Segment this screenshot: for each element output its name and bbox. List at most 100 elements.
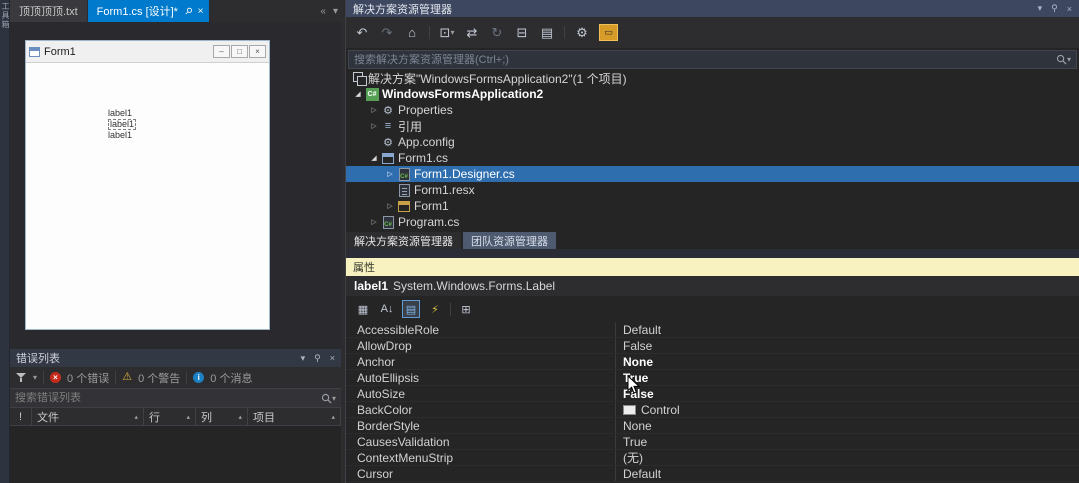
collapse-all-icon[interactable]: ⊟ <box>514 24 530 42</box>
tab-menu-icon[interactable]: ▾ <box>333 6 338 17</box>
toolbox-strip[interactable]: 工具箱 <box>0 0 10 483</box>
column-line[interactable]: 行 ▴ <box>144 408 196 425</box>
properties-view-icon[interactable]: ▤ <box>402 300 420 318</box>
property-row[interactable]: Anchor None <box>346 354 1079 370</box>
designer-surface[interactable]: Form1 – □ × label1 label1 label1 <box>10 22 341 349</box>
chevron-collapsed-icon[interactable]: ▷ <box>368 218 380 226</box>
solution-explorer-header[interactable]: 解决方案资源管理器 ▾ ⚲ × <box>346 0 1079 17</box>
property-row[interactable]: CausesValidation True <box>346 434 1079 450</box>
tree-item-references[interactable]: ▷ ≡ 引用 <box>346 118 1079 134</box>
tree-item-solution[interactable]: 解决方案"WindowsFormsApplication2"(1 个项目) <box>346 70 1079 86</box>
separator <box>450 302 451 316</box>
search-icon[interactable] <box>1056 54 1067 65</box>
property-row[interactable]: AutoSize False <box>346 386 1079 402</box>
form-title: Form1 <box>44 45 76 58</box>
tab-solution-explorer[interactable]: 解决方案资源管理器 <box>346 232 461 249</box>
sync-with-active-document-icon[interactable]: ⇄ <box>464 24 480 42</box>
pin-icon[interactable]: ⚲ <box>182 5 195 17</box>
chevron-collapsed-icon[interactable]: ▷ <box>384 170 396 178</box>
chevron-collapsed-icon[interactable]: ▷ <box>384 202 396 210</box>
csharp-project-icon: C# <box>365 87 379 101</box>
pin-icon[interactable]: ⚲ <box>1051 3 1058 14</box>
categorized-icon[interactable]: ▦ <box>354 300 372 318</box>
scroll-tabs-icon[interactable]: « <box>320 6 326 17</box>
design-label[interactable]: label1 <box>108 109 136 118</box>
error-list-search: ▾ <box>10 389 341 408</box>
chevron-down-icon[interactable]: ▾ <box>332 394 336 403</box>
window-position-icon[interactable]: ▾ <box>301 353 306 364</box>
tab-team-explorer[interactable]: 团队资源管理器 <box>463 232 556 249</box>
refresh-icon[interactable]: ↻ <box>489 24 505 42</box>
search-icon[interactable] <box>321 393 332 404</box>
chevron-collapsed-icon[interactable]: ▷ <box>368 122 380 130</box>
tree-item-label: WindowsFormsApplication2 <box>382 87 544 101</box>
close-icon[interactable]: × <box>330 353 335 363</box>
tree-item-properties[interactable]: ▷ ⚙ Properties <box>346 102 1079 118</box>
close-icon[interactable]: × <box>198 6 204 17</box>
events-icon[interactable]: ⚡ <box>426 300 444 318</box>
document-well: 顶顶顶顶.txt Form1.cs [设计]* ⚲ × « ▾ Form1 – <box>10 0 341 483</box>
object-selector[interactable]: label1 System.Windows.Forms.Label <box>346 276 1079 296</box>
design-form[interactable]: Form1 – □ × label1 label1 label1 <box>25 40 270 330</box>
pin-icon[interactable]: ⚲ <box>314 353 321 364</box>
vs-window: 工具箱 顶顶顶顶.txt Form1.cs [设计]* ⚲ × « ▾ Form… <box>0 0 1079 483</box>
column-column[interactable]: 列 ▴ <box>196 408 248 425</box>
close-icon[interactable]: × <box>1067 4 1072 14</box>
separator <box>115 371 117 384</box>
property-row[interactable]: AccessibleRole Default <box>346 322 1079 338</box>
properties-icon[interactable]: ⚙ <box>574 24 590 42</box>
column-file[interactable]: 文件 ▴ <box>32 408 144 425</box>
search-input[interactable] <box>15 392 321 404</box>
warning-count-icon: ⚠ <box>122 371 133 383</box>
properties-header[interactable]: 属性 <box>346 258 1079 276</box>
property-pages-icon[interactable]: ⊞ <box>457 300 475 318</box>
forward-icon[interactable]: ↷ <box>379 24 395 42</box>
property-row[interactable]: Cursor Default <box>346 466 1079 482</box>
form-icon <box>29 46 40 57</box>
dock-divider <box>346 249 1079 258</box>
warning-count[interactable]: 0 个警告 <box>138 370 180 386</box>
chevron-down-icon[interactable]: ▾ <box>1067 55 1071 64</box>
design-label[interactable]: label1 <box>108 131 136 140</box>
separator <box>429 26 430 39</box>
back-icon[interactable]: ↶ <box>354 24 370 42</box>
property-row[interactable]: ContextMenuStrip (无) <box>346 450 1079 466</box>
show-all-files-icon[interactable]: ▤ <box>539 24 555 42</box>
column-project[interactable]: 项目 ▴ <box>248 408 341 425</box>
column-severity[interactable]: ! <box>10 408 32 425</box>
tab-txt-file[interactable]: 顶顶顶顶.txt <box>10 0 87 22</box>
separator <box>564 26 565 39</box>
chevron-down-icon[interactable]: ▾ <box>33 373 37 382</box>
tab-form1-designer[interactable]: Form1.cs [设计]* ⚲ × <box>87 0 210 22</box>
tree-item-form1-resx[interactable]: Form1.resx <box>346 182 1079 198</box>
switch-views-icon[interactable]: ⊡ ▾ <box>439 24 455 42</box>
tree-item-form1cs[interactable]: ◢ Form1.cs <box>346 150 1079 166</box>
csharp-file-icon: C# <box>398 167 410 181</box>
filter-icon[interactable] <box>16 372 27 383</box>
home-icon[interactable]: ⌂ <box>404 24 420 42</box>
tree-item-programcs[interactable]: ▷ C# Program.cs <box>346 214 1079 230</box>
design-form-body[interactable]: label1 label1 label1 <box>26 62 269 329</box>
property-row[interactable]: AutoEllipsis True <box>346 370 1079 386</box>
tree-item-project[interactable]: ◢ C# WindowsFormsApplication2 <box>346 86 1079 102</box>
tree-item-appconfig[interactable]: ⚙ App.config <box>346 134 1079 150</box>
alphabetical-icon[interactable]: A↓ <box>378 300 396 318</box>
window-position-icon[interactable]: ▾ <box>1038 3 1043 14</box>
property-row[interactable]: AllowDrop False <box>346 338 1079 354</box>
error-count[interactable]: 0 个错误 <box>67 370 109 386</box>
search-input[interactable] <box>354 53 1056 66</box>
error-list-header[interactable]: 错误列表 ▾ ⚲ × <box>10 349 341 367</box>
design-label-selected[interactable]: label1 <box>108 119 137 130</box>
preview-selected-items-icon[interactable]: ▭ <box>599 24 618 41</box>
document-tabbar: 顶顶顶顶.txt Form1.cs [设计]* ⚲ × « ▾ <box>10 0 341 22</box>
tree-item-form1-designer[interactable]: ▷ C# Form1.Designer.cs <box>346 166 1079 182</box>
property-row[interactable]: BackColor Control <box>346 402 1079 418</box>
message-count[interactable]: 0 个消息 <box>210 370 252 386</box>
chevron-expanded-icon[interactable]: ◢ <box>368 154 380 162</box>
property-grid: AccessibleRole Default AllowDrop False A… <box>346 322 1079 483</box>
property-row[interactable]: BorderStyle None <box>346 418 1079 434</box>
tool-window-tabs: 解决方案资源管理器 团队资源管理器 <box>346 232 556 249</box>
tree-item-form1-class[interactable]: ▷ Form1 <box>346 198 1079 214</box>
chevron-collapsed-icon[interactable]: ▷ <box>368 106 380 114</box>
chevron-expanded-icon[interactable]: ◢ <box>352 90 364 98</box>
